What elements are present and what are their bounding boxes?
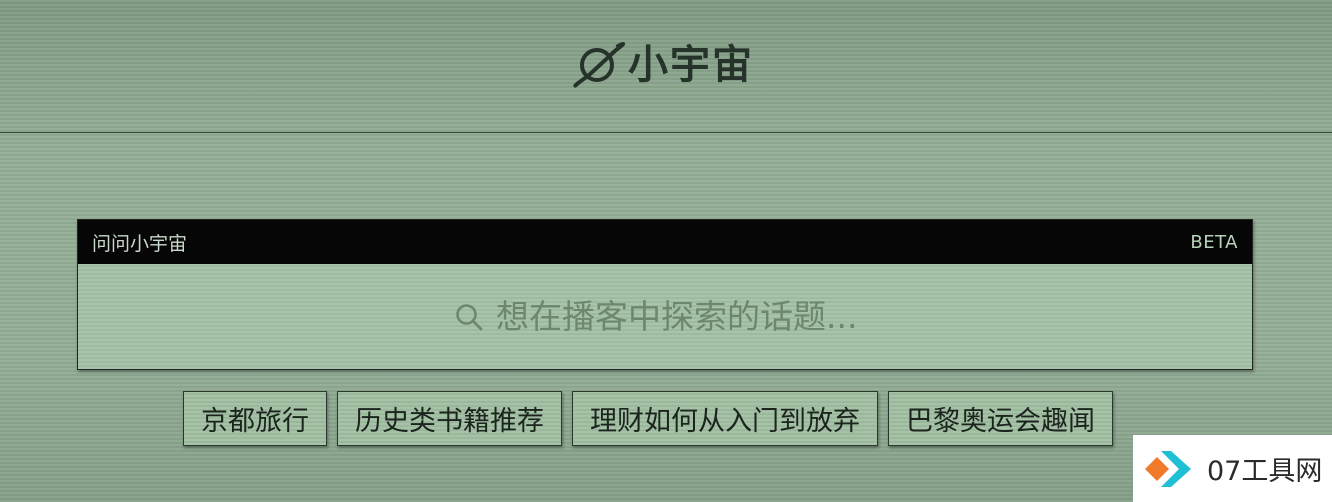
- watermark-text: 07工具网: [1207, 456, 1323, 487]
- suggestion-chip-kyoto-travel[interactable]: 京都旅行: [183, 391, 327, 446]
- suggestion-chip-history-books[interactable]: 历史类书籍推荐: [337, 391, 562, 446]
- ask-panel: 问问小宇宙 BETA: [77, 219, 1253, 370]
- beta-badge: BETA: [1190, 231, 1238, 253]
- header: 小宇宙: [0, 0, 1332, 133]
- suggestion-chips: 京都旅行 历史类书籍推荐 理财如何从入门到放弃 巴黎奥运会趣闻: [183, 391, 1113, 446]
- ask-panel-title: 问问小宇宙: [92, 232, 188, 255]
- suggestion-chip-finance[interactable]: 理财如何从入门到放弃: [572, 391, 878, 446]
- search-input[interactable]: [496, 297, 876, 336]
- brand-logo[interactable]: 小宇宙: [568, 40, 754, 90]
- watermark-badge: 07工具网: [1133, 435, 1332, 502]
- watermark-logo-icon: [1145, 450, 1191, 487]
- ask-panel-header: 问问小宇宙 BETA: [78, 220, 1252, 264]
- brand-name: 小宇宙: [628, 42, 754, 88]
- search-box[interactable]: [78, 264, 1252, 369]
- suggestion-chip-paris-olympics[interactable]: 巴黎奥运会趣闻: [888, 391, 1113, 446]
- search-icon: [456, 303, 483, 330]
- planet-icon: [573, 41, 625, 88]
